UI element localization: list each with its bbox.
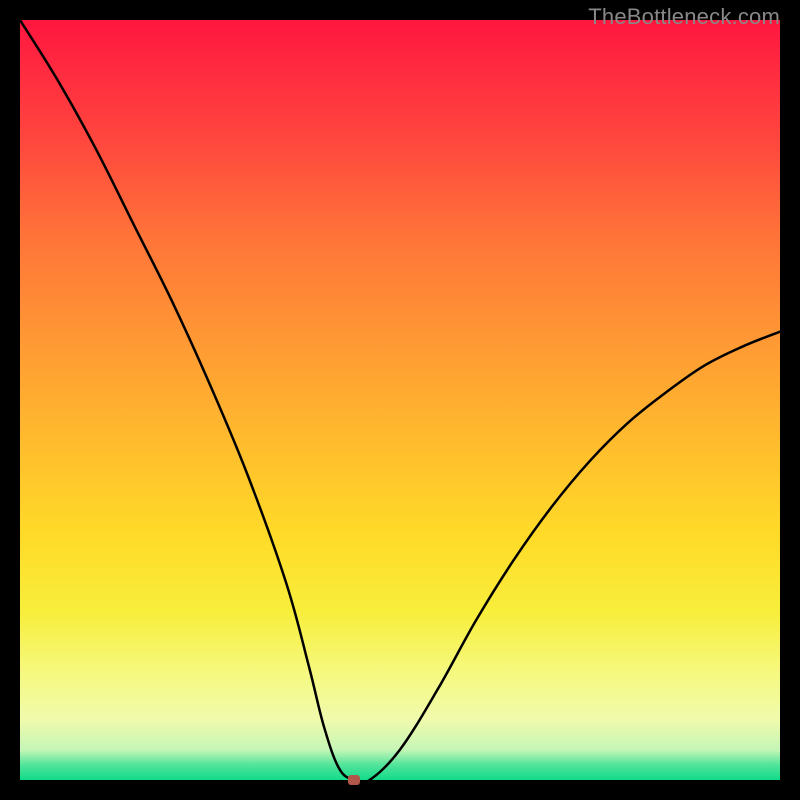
bottleneck-curve [20,20,780,780]
watermark-text: TheBottleneck.com [588,4,780,30]
minimum-marker [348,775,360,785]
chart-plot-area [20,20,780,780]
